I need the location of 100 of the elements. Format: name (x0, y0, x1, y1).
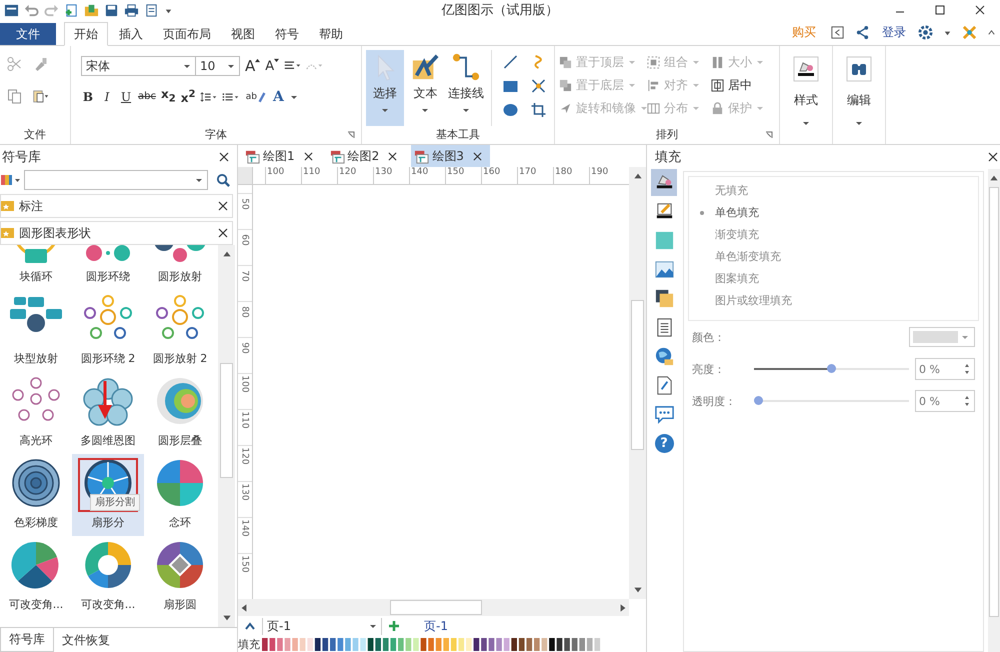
document-icon[interactable] (144, 2, 159, 18)
copy-icon[interactable] (6, 88, 23, 104)
scrollbar-thumb[interactable] (989, 187, 999, 617)
library-menu-icon[interactable] (0, 173, 22, 187)
shape-item[interactable]: 块型放射 (0, 290, 72, 372)
close-icon[interactable] (472, 152, 482, 160)
close-icon[interactable] (219, 152, 229, 162)
paste-icon[interactable] (32, 88, 49, 104)
highlight-button[interactable]: ab (244, 88, 258, 105)
shape-item[interactable]: 多圆维恩图 (72, 372, 144, 454)
style-button[interactable]: 样式 (793, 50, 819, 127)
dialog-launcher-icon[interactable] (765, 131, 773, 139)
line-icon[interactable] (502, 54, 519, 70)
close-icon[interactable] (218, 228, 228, 238)
collapse-icon[interactable] (244, 620, 256, 632)
grow-font-button[interactable]: A (245, 58, 256, 74)
select-tool-button[interactable]: 选择 (366, 50, 404, 126)
shape-item[interactable]: 可改变角... (0, 536, 72, 618)
spin-box[interactable]: 0 % (915, 390, 975, 412)
search-icon[interactable] (216, 172, 231, 188)
file-menu-button[interactable]: 文件 (0, 23, 56, 45)
slider-thumb[interactable] (754, 396, 763, 405)
side-tool-button[interactable] (651, 169, 677, 196)
scrollbar-thumb[interactable] (220, 363, 233, 478)
shape-item[interactable]: 圆形放射 2 (144, 290, 216, 372)
app-icon[interactable] (4, 2, 19, 18)
text-tool-button[interactable]: 文本 (406, 50, 445, 126)
page-tab[interactable]: 页-1 (424, 618, 448, 634)
edit-button[interactable]: 编辑 (846, 50, 872, 127)
font-color-button[interactable]: A (271, 88, 286, 105)
panel-tab[interactable]: 符号库 (0, 628, 54, 652)
library-section-header[interactable]: 标注 (0, 194, 233, 218)
arrange-button[interactable]: 居中 (711, 76, 767, 94)
screen-share-icon[interactable] (830, 25, 845, 40)
scrollbar-thumb[interactable] (390, 600, 482, 615)
share-icon[interactable] (855, 25, 870, 40)
shape-item[interactable]: 高光环 (0, 372, 72, 454)
fill-option[interactable]: 渐变填充 (697, 227, 970, 242)
settings-icon[interactable] (918, 25, 933, 40)
ribbon-tab[interactable]: 开始 (64, 22, 108, 46)
close-icon[interactable] (974, 4, 986, 16)
folder-icon[interactable] (84, 2, 99, 18)
rectangle-icon[interactable] (502, 78, 519, 94)
shape-item[interactable]: 念环 (144, 454, 216, 536)
close-icon[interactable] (218, 201, 228, 211)
shape-item[interactable]: 圆形层叠 (144, 372, 216, 454)
search-field[interactable] (24, 170, 208, 190)
login-link[interactable]: 登录 (882, 24, 906, 41)
fill-option[interactable]: 图案填充 (697, 271, 970, 286)
ribbon-tab[interactable]: 符号 (266, 23, 308, 45)
format-button[interactable]: abc (138, 88, 156, 105)
ribbon-tab[interactable]: 插入 (110, 23, 152, 45)
slider-thumb[interactable] (827, 364, 836, 373)
print-icon[interactable] (124, 2, 139, 18)
ribbon-tab[interactable]: 帮助 (310, 23, 352, 45)
new-document-icon[interactable] (64, 2, 79, 18)
spin-box[interactable]: 0 % (915, 358, 975, 380)
fill-option[interactable]: 单色填充 (697, 205, 970, 220)
close-icon[interactable] (988, 152, 998, 162)
maximize-icon[interactable] (934, 4, 946, 16)
document-tab[interactable]: 绘图3 (411, 145, 490, 167)
fill-option[interactable]: 图片或纹理填充 (697, 293, 970, 308)
format-button[interactable]: I (100, 88, 114, 105)
close-icon[interactable] (388, 152, 398, 160)
ribbon-tab[interactable]: 页面布局 (154, 23, 220, 45)
scrollbar-thumb[interactable] (631, 300, 644, 450)
color-palette-drawing[interactable] (262, 638, 602, 650)
shape-item[interactable]: 色彩梯度 (0, 454, 72, 536)
crop-icon[interactable] (530, 102, 547, 118)
shrink-font-button[interactable]: A (265, 60, 274, 72)
panel-tab[interactable]: 文件恢复 (54, 628, 118, 652)
format-button[interactable]: x$_{2}$ (160, 86, 176, 108)
font-family-dropdown[interactable]: 宋体 (81, 56, 196, 76)
shape-item[interactable]: 块循环 (0, 245, 72, 290)
font-size-dropdown[interactable]: 10 (195, 56, 240, 76)
cross-point-icon[interactable] (530, 78, 547, 94)
logo-icon[interactable] (962, 25, 977, 40)
collapse-ribbon-icon[interactable] (987, 28, 996, 37)
page-dropdown[interactable]: 页-1 (262, 618, 382, 634)
add-page-icon[interactable] (388, 620, 400, 632)
document-tab[interactable]: 绘图2 (326, 145, 406, 167)
save-icon[interactable] (104, 2, 119, 18)
shape-item[interactable]: 圆形放射 (144, 245, 216, 290)
shape-item[interactable]: 可改变角... (72, 536, 144, 618)
close-icon[interactable] (304, 152, 313, 160)
library-section-header[interactable]: 圆形图表形状 (0, 221, 233, 245)
shape-item[interactable]: 圆形环绕 (72, 245, 144, 290)
format-button[interactable]: B (81, 88, 95, 105)
ribbon-tab[interactable]: 视图 (222, 23, 264, 45)
undo-icon[interactable] (24, 2, 39, 18)
format-button[interactable]: x$^{2}$ (180, 87, 196, 106)
fill-option[interactable]: 无填充 (697, 183, 970, 198)
shape-item[interactable]: 扇形圆 (144, 536, 216, 618)
ellipse-icon[interactable] (502, 102, 519, 118)
help-button[interactable]: ? (654, 434, 674, 453)
dialog-launcher-icon[interactable] (347, 131, 355, 139)
shape-item[interactable]: 圆形环绕 2 (72, 290, 144, 372)
document-tab[interactable]: 绘图1 (242, 145, 321, 167)
format-button[interactable]: U (119, 88, 133, 105)
color-dropdown[interactable] (909, 327, 975, 347)
